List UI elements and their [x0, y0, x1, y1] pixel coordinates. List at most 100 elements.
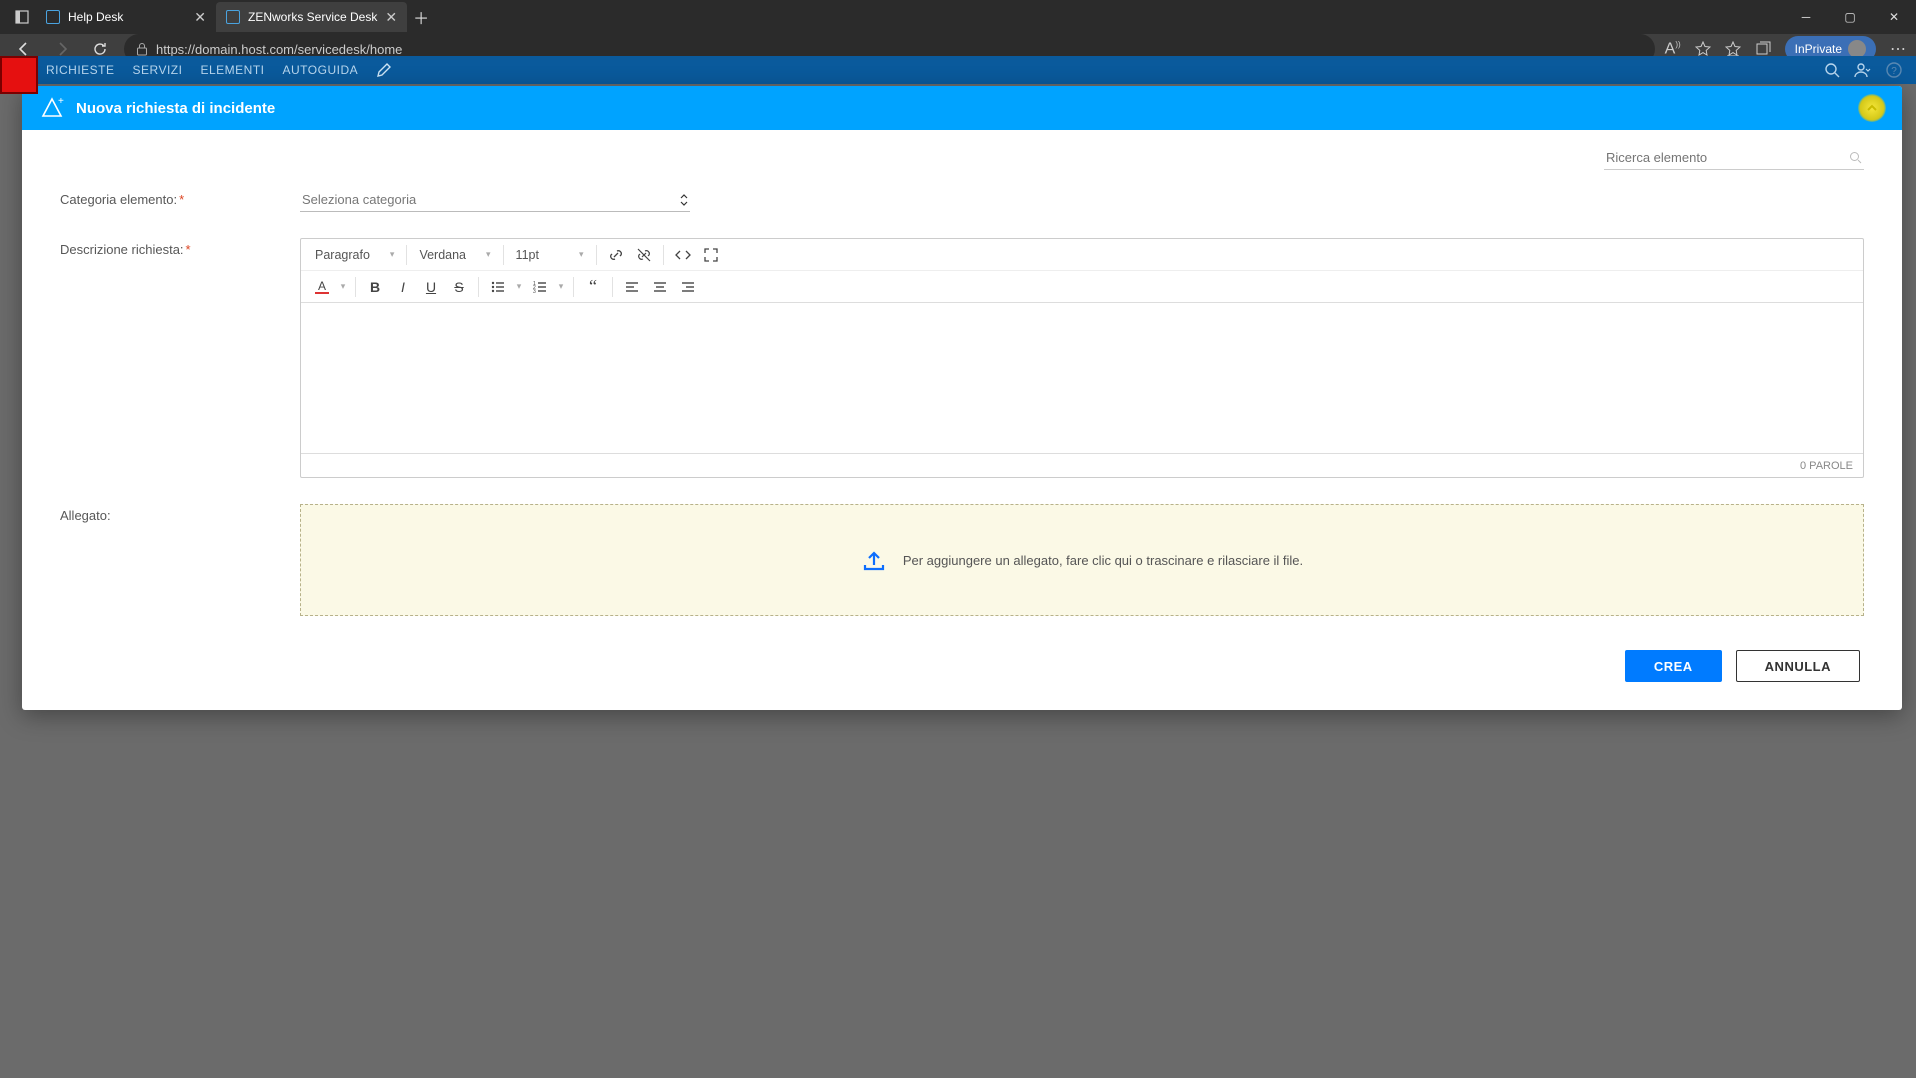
- attachment-label-text: Allegato:: [60, 508, 111, 523]
- close-window-button[interactable]: ✕: [1872, 0, 1916, 34]
- separator: [406, 245, 407, 265]
- compose-icon[interactable]: [376, 62, 392, 78]
- favorites-star-icon[interactable]: [1695, 41, 1711, 57]
- tab-title: ZENworks Service Desk: [248, 10, 377, 24]
- nav-servizi[interactable]: SERVIZI: [133, 63, 183, 77]
- separator: [612, 277, 613, 297]
- help-icon[interactable]: ?: [1886, 62, 1902, 78]
- separator: [503, 245, 504, 265]
- block-format-value: Paragrafo: [315, 248, 370, 262]
- maximize-button[interactable]: ▢: [1828, 0, 1872, 34]
- category-row: Categoria elemento:* Seleziona categoria: [60, 188, 1864, 212]
- close-tab-icon[interactable]: ✕: [194, 9, 206, 26]
- description-row: Descrizione richiesta:* Paragrafo ▾ Verda…: [60, 238, 1864, 478]
- browser-tab[interactable]: ZENworks Service Desk ✕: [216, 2, 407, 32]
- align-left-icon[interactable]: [619, 274, 645, 300]
- description-label-text: Descrizione richiesta:: [60, 242, 184, 257]
- editor-footer: 0 PAROLE: [301, 453, 1863, 477]
- search-icon[interactable]: [1824, 62, 1840, 78]
- browser-chrome: Help Desk ✕ ZENworks Service Desk ✕ ＋ ─ …: [0, 0, 1916, 56]
- favorites-icon[interactable]: [1725, 41, 1741, 57]
- font-size-select[interactable]: 11pt▾: [510, 248, 590, 262]
- search-input[interactable]: [1606, 150, 1849, 165]
- strikethrough-icon[interactable]: S: [446, 274, 472, 300]
- underline-icon[interactable]: U: [418, 274, 444, 300]
- block-format-select[interactable]: Paragrafo ▾: [309, 248, 400, 262]
- url-text: https://domain.host.com/servicedesk/home: [156, 42, 402, 57]
- tab-title: Help Desk: [68, 10, 123, 24]
- modal-body: Categoria elemento:* Seleziona categoria…: [22, 130, 1902, 710]
- description-label: Descrizione richiesta:*: [60, 238, 300, 257]
- create-button[interactable]: CREA: [1625, 650, 1722, 682]
- font-family-select[interactable]: Verdana ▾: [413, 248, 496, 262]
- element-search[interactable]: [1604, 146, 1864, 170]
- svg-text:3: 3: [533, 289, 536, 295]
- separator: [573, 277, 574, 297]
- collections-icon[interactable]: [1755, 41, 1771, 57]
- attachment-row: Allegato: Per aggiungere un allegato, fa…: [60, 504, 1864, 616]
- code-icon[interactable]: [670, 242, 696, 268]
- chevron-down-icon: ▾: [390, 249, 395, 260]
- upload-icon: [861, 547, 887, 573]
- bullet-list-icon[interactable]: [485, 274, 511, 300]
- separator: [663, 245, 664, 265]
- inprivate-label: InPrivate: [1795, 42, 1842, 56]
- lock-icon: [136, 42, 148, 56]
- required-marker: *: [186, 242, 191, 257]
- bold-icon[interactable]: B: [362, 274, 388, 300]
- annotation-marker: [0, 56, 38, 94]
- app-top-nav: RICHIESTE SERVIZI ELEMENTI AUTOGUIDA ?: [0, 56, 1916, 84]
- link-icon[interactable]: [603, 242, 629, 268]
- unlink-icon[interactable]: [631, 242, 657, 268]
- numbered-list-dropdown[interactable]: ▾: [555, 274, 567, 300]
- modal-title: Nuova richiesta di incidente: [76, 100, 275, 117]
- text-color-dropdown[interactable]: ▾: [337, 274, 349, 300]
- editor-toolbar-2: A ▾ B I U S ▾ 123 ▾: [301, 271, 1863, 303]
- incident-icon: +: [38, 94, 66, 122]
- favicon-icon: [46, 10, 60, 24]
- category-select[interactable]: Seleziona categoria: [300, 188, 690, 212]
- close-tab-icon[interactable]: ✕: [385, 9, 397, 26]
- window-controls: ─ ▢ ✕: [1784, 0, 1916, 34]
- editor-textarea[interactable]: [301, 303, 1863, 453]
- modal-footer: CREA ANNULLA: [60, 650, 1864, 682]
- nav-richieste[interactable]: RICHIESTE: [46, 63, 115, 77]
- svg-text:?: ?: [1891, 66, 1897, 77]
- cancel-button[interactable]: ANNULLA: [1736, 650, 1860, 682]
- editor-toolbar-1: Paragrafo ▾ Verdana ▾ 11pt▾: [301, 239, 1863, 271]
- nav-elementi[interactable]: ELEMENTI: [200, 63, 264, 77]
- bullet-list-dropdown[interactable]: ▾: [513, 274, 525, 300]
- attachment-hint: Per aggiungere un allegato, fare clic qu…: [903, 553, 1303, 568]
- italic-icon[interactable]: I: [390, 274, 416, 300]
- word-count: 0 PAROLE: [1800, 460, 1853, 472]
- quote-icon[interactable]: “: [580, 274, 606, 300]
- category-placeholder: Seleziona categoria: [302, 192, 416, 207]
- user-menu-icon[interactable]: [1854, 62, 1872, 78]
- category-label: Categoria elemento:*: [60, 188, 300, 207]
- numbered-list-icon[interactable]: 123: [527, 274, 553, 300]
- tab-bar: Help Desk ✕ ZENworks Service Desk ✕ ＋ ─ …: [0, 0, 1916, 34]
- collapse-button[interactable]: [1858, 94, 1886, 122]
- chevron-down-icon: ▾: [579, 249, 584, 260]
- fullscreen-icon[interactable]: [698, 242, 724, 268]
- text-color-icon[interactable]: A: [309, 274, 335, 300]
- separator: [478, 277, 479, 297]
- font-family-value: Verdana: [419, 248, 466, 262]
- nav-autoguida[interactable]: AUTOGUIDA: [283, 63, 359, 77]
- separator: [355, 277, 356, 297]
- align-center-icon[interactable]: [647, 274, 673, 300]
- new-incident-modal: + Nuova richiesta di incidente Categoria…: [22, 86, 1902, 710]
- favicon-icon: [226, 10, 240, 24]
- category-label-text: Categoria elemento:: [60, 192, 177, 207]
- svg-text:+: +: [58, 96, 64, 107]
- search-row: [60, 146, 1864, 170]
- align-right-icon[interactable]: [675, 274, 701, 300]
- browser-tab[interactable]: Help Desk ✕: [36, 2, 216, 32]
- attachment-dropzone[interactable]: Per aggiungere un allegato, fare clic qu…: [300, 504, 1864, 616]
- separator: [596, 245, 597, 265]
- minimize-button[interactable]: ─: [1784, 0, 1828, 34]
- tab-actions-icon[interactable]: [8, 3, 36, 31]
- modal-header: + Nuova richiesta di incidente: [22, 86, 1902, 130]
- new-tab-button[interactable]: ＋: [407, 3, 435, 31]
- chevron-down-icon: ▾: [486, 249, 491, 260]
